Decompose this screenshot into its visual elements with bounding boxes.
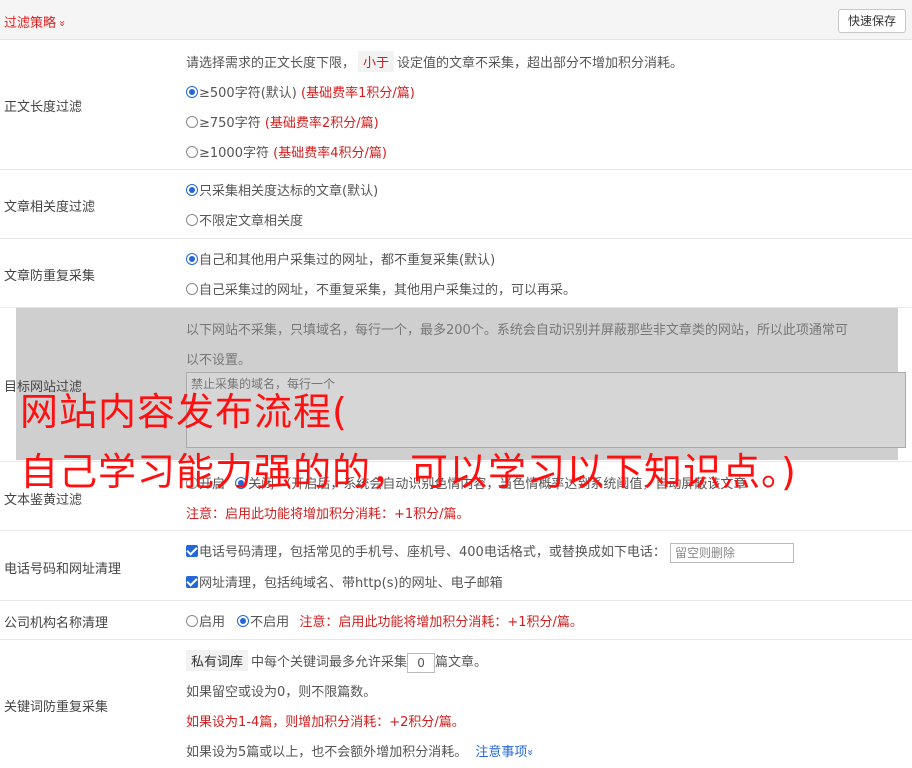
chevron-down-icon: » xyxy=(524,749,538,756)
url-clean-option[interactable]: 网址清理，包括纯域名、带http(s)的网址、电子邮箱 xyxy=(186,572,503,591)
option-fee-note: (基础费率2积分/篇) xyxy=(264,116,379,131)
org-filter-note: 注意：启用此功能将增加积分消耗：+1积分/篇。 xyxy=(299,615,583,630)
keyword-line3: 如果设为1-4篇，则增加积分消耗：+2积分/篇。 xyxy=(186,715,465,730)
length-option-750[interactable]: ≥750字符 (基础费率2积分/篇) xyxy=(186,112,379,131)
radio-icon[interactable] xyxy=(186,283,198,295)
relevance-filter-label: 文章相关度过滤 xyxy=(4,200,96,215)
less-than-tag: 小于 xyxy=(358,51,395,72)
org-filter-options: 启用 不启用 注意：启用此功能将增加积分消耗：+1积分/篇。 xyxy=(186,611,583,630)
phone-url-row: 电话号码和网址清理 电话号码清理，包括常见的手机号、座机号、400电话格式，或替… xyxy=(0,531,912,601)
keyword-line2: 如果留空或设为0，则不限篇数。 xyxy=(186,685,377,700)
filter-strategy-toggle[interactable]: 过滤策略» xyxy=(4,12,69,31)
option-label: 自己和其他用户采集过的网址，都不重复采集(默认) xyxy=(199,253,496,268)
option-label: ≥750字符 xyxy=(199,116,261,131)
site-filter-desc-line1: 以下网站不采集，只填域名，每行一个，最多200个。系统会自动识别并屏蔽那些非文章… xyxy=(186,323,848,338)
length-option-500[interactable]: ≥500字符(默认) (基础费率1积分/篇) xyxy=(186,82,415,101)
radio-icon[interactable] xyxy=(186,214,198,226)
chevron-down-icon: » xyxy=(55,20,69,27)
option-fee-note: (基础费率4积分/篇) xyxy=(273,146,387,161)
filter-strategy-title: 过滤策略 xyxy=(4,16,57,31)
keyword-limit-line: 私有词库 中每个关键词最多允许采集 0 篇文章。 xyxy=(186,650,487,673)
keyword-line4: 如果设为5篇或以上，也不会额外增加积分消耗。 注意事项» xyxy=(186,741,538,760)
site-filter-desc-line2: 以不设置。 xyxy=(186,353,252,368)
keyword-count-input[interactable]: 0 xyxy=(407,652,436,673)
checkbox-checked-icon[interactable] xyxy=(186,576,198,588)
quick-save-button[interactable]: 快速保存 xyxy=(837,9,906,33)
phone-url-label: 电话号码和网址清理 xyxy=(4,562,122,577)
keyword-dedupe-label: 关键词防重复采集 xyxy=(4,700,109,715)
option-label: 网址清理，包括纯域名、带http(s)的网址、电子邮箱 xyxy=(199,576,503,591)
keyword-text: 中每个关键词最多允许采集 xyxy=(251,655,408,670)
relevance-filter-row: 文章相关度过滤 只采集相关度达标的文章(默认) 不限定文章相关度 xyxy=(0,170,912,239)
dedupe-option-all[interactable]: 自己和其他用户采集过的网址，都不重复采集(默认) xyxy=(186,249,495,268)
checkbox-checked-icon[interactable] xyxy=(186,545,198,557)
option-label: 电话号码清理，包括常见的手机号、座机号、400电话格式，或替换成如下电话： xyxy=(199,545,666,560)
keyword-text: 如果设为5篇或以上，也不会额外增加积分消耗。 xyxy=(186,745,468,760)
desc-text: 请选择需求的正文长度下限， xyxy=(186,56,356,71)
org-filter-row: 公司机构名称清理 启用 不启用 注意：启用此功能将增加积分消耗：+1积分/篇。 xyxy=(0,601,912,640)
dedupe-option-self[interactable]: 自己采集过的网址，不重复采集，其他用户采集过的，可以再采。 xyxy=(186,279,576,298)
filter-header: 过滤策略» 快速保存 xyxy=(0,0,912,40)
radio-icon[interactable] xyxy=(186,146,198,158)
relevance-option-required[interactable]: 只采集相关度达标的文章(默认) xyxy=(186,180,378,199)
option-label: ≥500字符(默认) xyxy=(199,86,297,101)
notes-link[interactable]: 注意事项» xyxy=(475,745,538,760)
overlay-text-line2: 自己学习能力强的的，可以学习以下知识点。) xyxy=(20,450,797,494)
radio-icon[interactable] xyxy=(186,615,198,627)
porn-filter-note: 注意：启用此功能将增加积分消耗：+1积分/篇。 xyxy=(186,507,470,522)
org-option-off[interactable]: 不启用 xyxy=(237,615,289,630)
private-lexicon-tag[interactable]: 私有词库 xyxy=(186,650,249,671)
org-option-on[interactable]: 启用 xyxy=(186,615,225,630)
replacement-phone-input[interactable]: 留空则删除 xyxy=(669,542,794,563)
dedupe-label: 文章防重复采集 xyxy=(4,269,96,284)
option-label: 不启用 xyxy=(250,615,290,630)
overlay-text-line1: 网站内容发布流程( xyxy=(20,390,348,434)
radio-selected-icon[interactable] xyxy=(186,253,198,265)
notes-link-label: 注意事项 xyxy=(475,745,528,760)
desc-text: 设定值的文章不采集，超出部分不增加积分消耗。 xyxy=(397,56,684,71)
relevance-option-any[interactable]: 不限定文章相关度 xyxy=(186,210,303,229)
length-filter-desc: 请选择需求的正文长度下限， 小于 设定值的文章不采集，超出部分不增加积分消耗。 xyxy=(186,51,683,72)
keyword-text: 篇文章。 xyxy=(435,655,488,670)
option-label: ≥1000字符 xyxy=(199,146,269,161)
length-filter-label: 正文长度过滤 xyxy=(4,100,83,115)
radio-selected-icon[interactable] xyxy=(186,86,198,98)
radio-selected-icon[interactable] xyxy=(237,615,250,627)
org-filter-label: 公司机构名称清理 xyxy=(4,616,109,631)
option-label: 不限定文章相关度 xyxy=(199,214,304,229)
option-fee-note: (基础费率1积分/篇) xyxy=(301,86,415,101)
option-label: 启用 xyxy=(199,615,226,630)
radio-selected-icon[interactable] xyxy=(186,184,198,196)
phone-clean-option[interactable]: 电话号码清理，包括常见的手机号、座机号、400电话格式，或替换成如下电话： 留空… xyxy=(186,541,794,563)
dedupe-row: 文章防重复采集 自己和其他用户采集过的网址，都不重复采集(默认) 自己采集过的网… xyxy=(0,239,912,308)
length-option-1000[interactable]: ≥1000字符 (基础费率4积分/篇) xyxy=(186,142,387,161)
option-label: 只采集相关度达标的文章(默认) xyxy=(199,184,379,199)
keyword-dedupe-row: 关键词防重复采集 私有词库 中每个关键词最多允许采集 0 篇文章。 如果留空或设为0，… xyxy=(0,640,912,768)
length-filter-row: 正文长度过滤 请选择需求的正文长度下限， 小于 设定值的文章不采集，超出部分不增加积… xyxy=(0,40,912,170)
option-label: 自己采集过的网址，不重复采集，其他用户采集过的，可以再采。 xyxy=(199,283,577,298)
radio-icon[interactable] xyxy=(186,116,198,128)
